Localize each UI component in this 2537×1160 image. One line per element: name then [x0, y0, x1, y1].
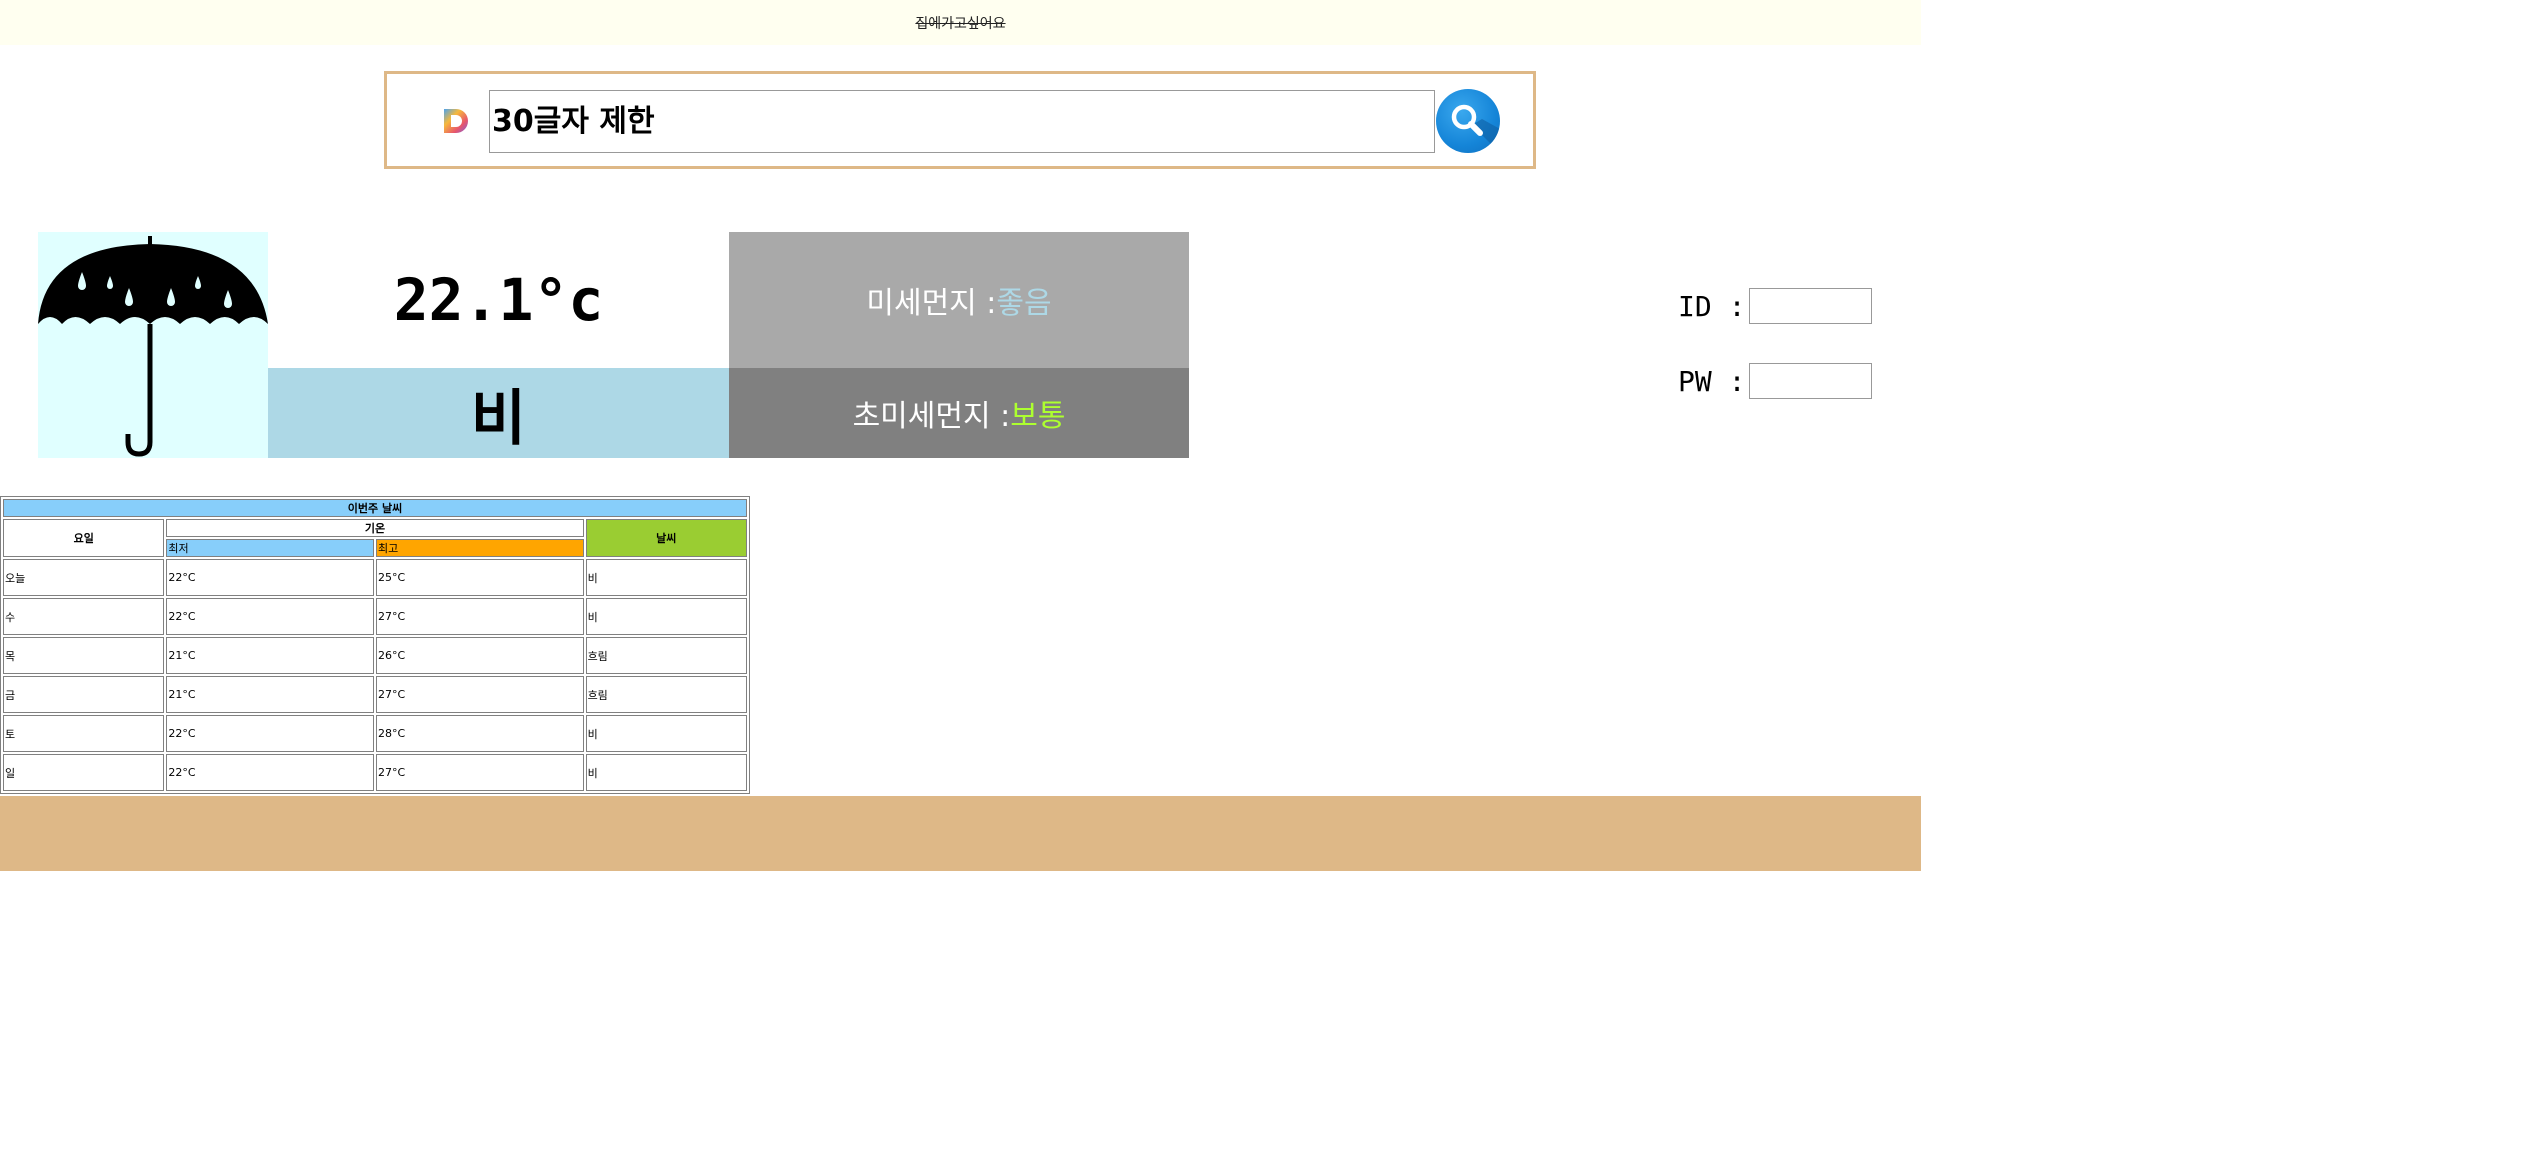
table-cell-high: 27°C	[375, 754, 584, 791]
fine-dust-panel: 미세먼지 : 좋음	[729, 232, 1189, 368]
search-button[interactable]	[1436, 89, 1500, 153]
id-row: ID :	[1678, 287, 1873, 325]
table-cell-day: 토	[3, 715, 165, 752]
id-input[interactable]	[1749, 288, 1873, 324]
search-input[interactable]	[489, 90, 1435, 153]
id-label: ID :	[1678, 289, 1746, 323]
weather-icon-box	[38, 232, 268, 458]
table-cell-weather: 흐림	[585, 676, 747, 713]
table-cell-low: 22°C	[166, 559, 374, 596]
magnifier-icon	[1451, 104, 1500, 153]
daum-d-logo-icon	[444, 109, 468, 133]
table-header-row: 요일 기온 날씨	[3, 519, 747, 557]
header-weather: 날씨	[585, 519, 747, 557]
table-cell-low: 22°C	[166, 598, 374, 635]
banner-text: 집에가고싶어요	[915, 15, 1006, 32]
table-caption-row: 이번주 날씨	[3, 499, 747, 517]
table-row: 토 22°C 28°C 비	[3, 715, 747, 752]
ultrafine-dust-label: 초미세먼지 :	[852, 399, 1011, 434]
table-cell-day: 목	[3, 637, 165, 674]
table-cell-weather: 비	[585, 559, 747, 596]
current-condition: 비	[268, 368, 729, 458]
table-cell-day: 수	[3, 598, 165, 635]
pw-input[interactable]	[1749, 363, 1873, 399]
table-cell-low: 22°C	[166, 754, 374, 791]
header-low: 최저	[166, 539, 374, 557]
header-day: 요일	[3, 519, 165, 557]
table-cell-weather: 비	[585, 598, 747, 635]
table-cell-low: 21°C	[166, 637, 374, 674]
ultrafine-dust-panel: 초미세먼지 : 보통	[729, 368, 1189, 458]
table-cell-high: 27°C	[375, 676, 584, 713]
table-cell-high: 27°C	[375, 598, 584, 635]
table-caption: 이번주 날씨	[3, 499, 747, 517]
table-cell-weather: 비	[585, 754, 747, 791]
ultrafine-dust-value: 보통	[1010, 399, 1066, 434]
table-row: 금 21°C 27°C 흐림	[3, 676, 747, 713]
header-high: 최고	[375, 539, 584, 557]
table-body: 오늘 22°C 25°C 비 수 22°C 27°C 비 목 21°C 26°C 흐림 금 21°C 27°…	[3, 559, 747, 791]
search-box	[384, 71, 1536, 169]
table-row: 일 22°C 27°C 비	[3, 754, 747, 791]
table-cell-day: 일	[3, 754, 165, 791]
fine-dust-label: 미세먼지 :	[866, 286, 997, 321]
table-cell-day: 금	[3, 676, 165, 713]
table-row: 오늘 22°C 25°C 비	[3, 559, 747, 596]
pw-row: PW :	[1678, 362, 1873, 400]
footer-band	[0, 796, 1921, 871]
weekly-weather-table: 이번주 날씨 요일 기온 날씨 최저 최고 오늘 22°C 25°C 비 수 22°C 27…	[0, 496, 750, 794]
table-cell-weather: 비	[585, 715, 747, 752]
table-cell-day: 오늘	[3, 559, 165, 596]
table-cell-low: 22°C	[166, 715, 374, 752]
table-cell-high: 28°C	[375, 715, 584, 752]
header-temperature: 기온	[166, 519, 584, 537]
top-banner: 집에가고싶어요	[0, 0, 1921, 45]
table-cell-weather: 흐림	[585, 637, 747, 674]
pw-label: PW :	[1678, 364, 1746, 398]
login-form: ID : PW :	[1678, 287, 1873, 437]
current-temperature: 22.1°c	[268, 232, 729, 368]
fine-dust-value: 좋음	[996, 286, 1052, 321]
umbrella-rain-icon	[38, 236, 268, 457]
table-row: 목 21°C 26°C 흐림	[3, 637, 747, 674]
table-cell-low: 21°C	[166, 676, 374, 713]
table-row: 수 22°C 27°C 비	[3, 598, 747, 635]
table-cell-high: 26°C	[375, 637, 584, 674]
table-cell-high: 25°C	[375, 559, 584, 596]
